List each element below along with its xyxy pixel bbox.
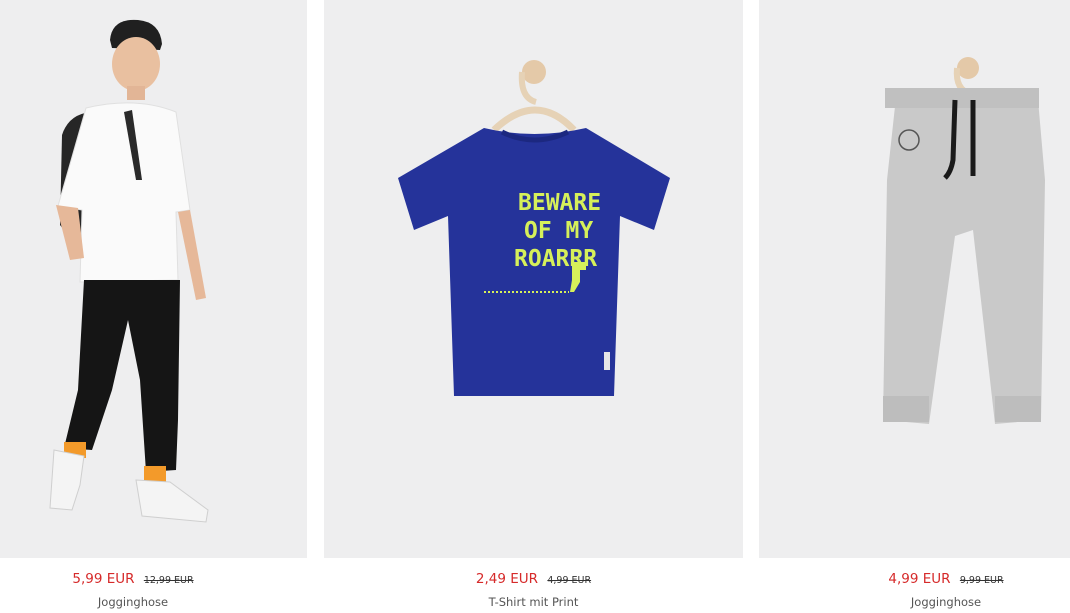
product-image[interactable] — [0, 0, 307, 558]
product-name[interactable]: Jogginghose — [811, 595, 1070, 609]
original-price: 12,99 EUR — [143, 575, 194, 586]
price-row: 2,49 EUR 4,99 EUR — [324, 571, 743, 589]
price-row: 4,99 EUR 9,99 EUR — [811, 571, 1070, 589]
print-line-2: OF MY — [524, 218, 593, 244]
price-row: 5,99 EUR 12,99 EUR — [0, 571, 268, 589]
print-line-1: BEWARE — [518, 190, 601, 216]
product-card[interactable]: 5,99 EUR 12,99 EUR Jogginghose — [0, 0, 307, 613]
product-image[interactable] — [759, 0, 1070, 558]
product-name[interactable]: Jogginghose — [0, 595, 268, 609]
print-line-3: ROARRR — [514, 246, 597, 272]
product-image[interactable]: BEWARE OF MY ROARRR — [324, 0, 743, 558]
original-price: 9,99 EUR — [959, 575, 1004, 586]
sale-price: 4,99 EUR — [888, 571, 951, 587]
product-card[interactable]: 4,99 EUR 9,99 EUR Jogginghose — [759, 0, 1070, 613]
product-name[interactable]: T-Shirt mit Print — [324, 595, 743, 609]
product-card[interactable]: BEWARE OF MY ROARRR 2,49 EUR 4,99 EUR T-… — [324, 0, 743, 613]
sale-price: 2,49 EUR — [475, 571, 539, 587]
sale-price: 5,99 EUR — [72, 571, 135, 587]
original-price: 4,99 EUR — [547, 575, 592, 586]
